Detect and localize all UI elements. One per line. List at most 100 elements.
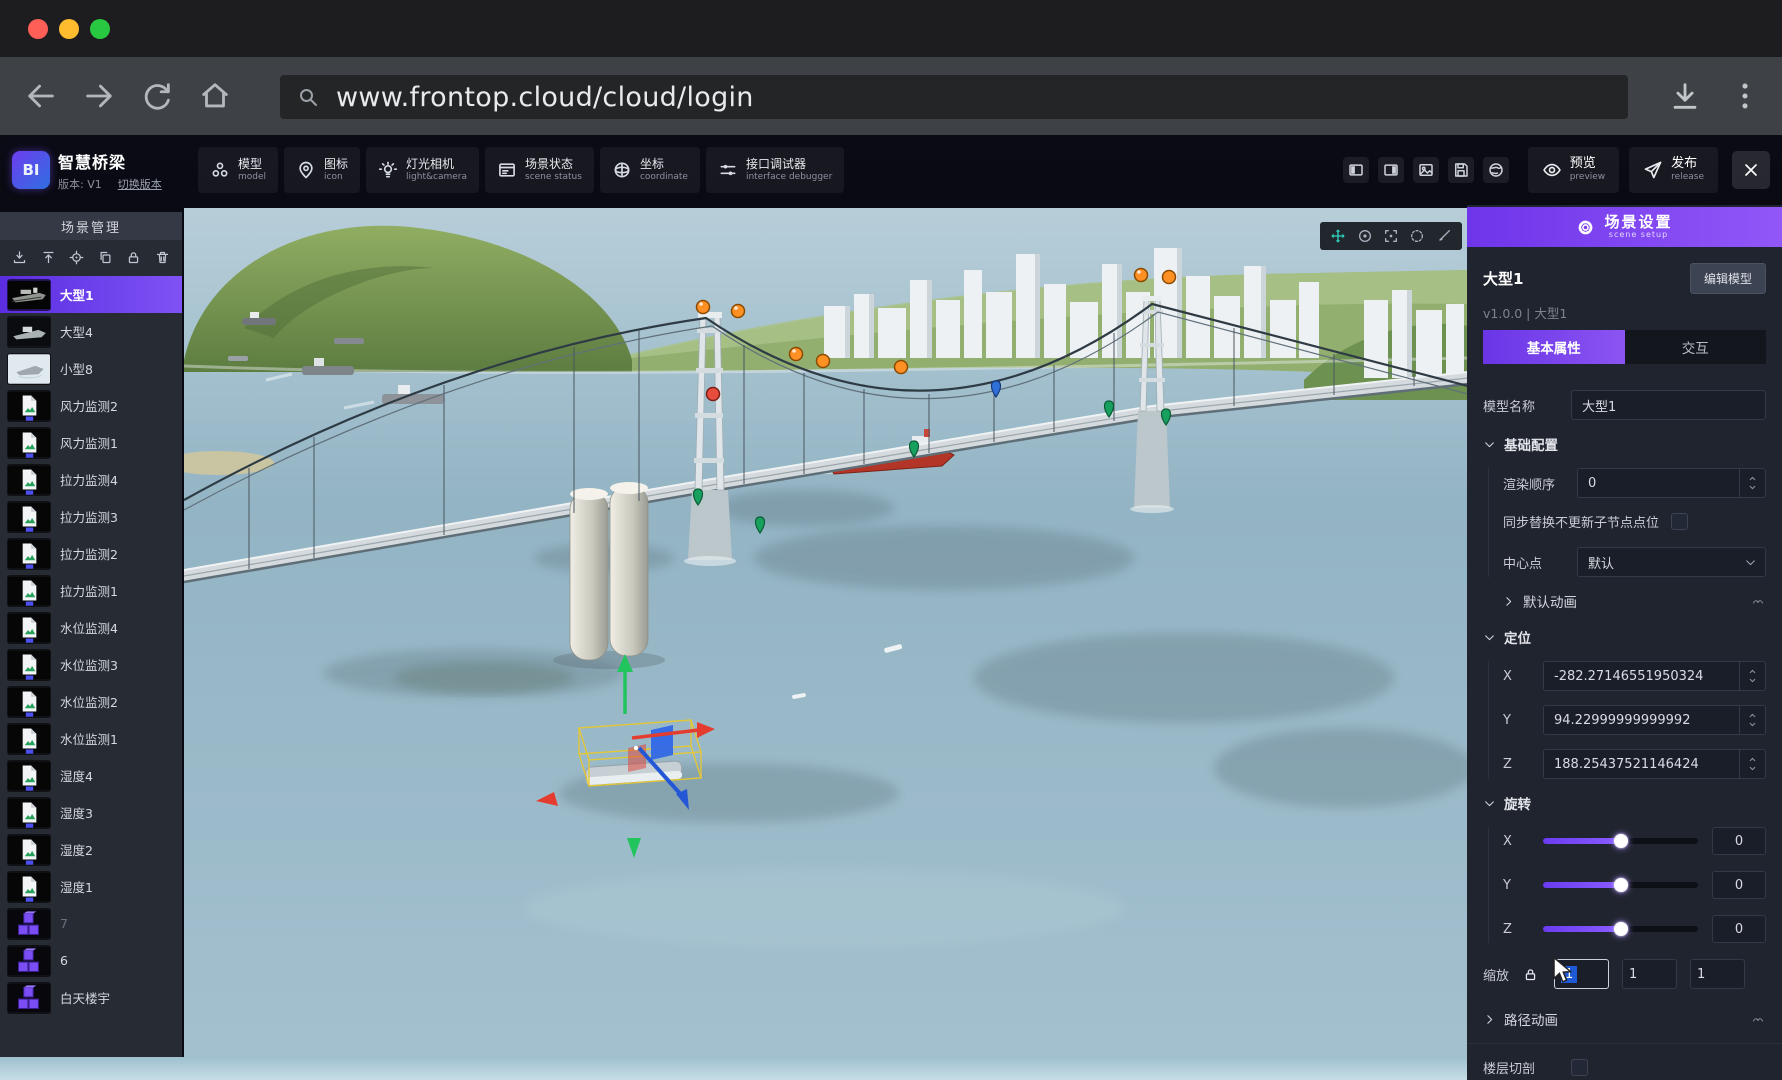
save-icon[interactable] bbox=[1448, 157, 1474, 183]
list-item[interactable]: 湿度4 bbox=[0, 757, 182, 794]
spinner-up-icon[interactable] bbox=[1747, 755, 1758, 764]
version-label: 版本: V1 bbox=[58, 176, 102, 192]
rotation-y-value[interactable]: 0 bbox=[1712, 871, 1766, 899]
scale-z-input[interactable]: 1 bbox=[1690, 959, 1745, 989]
preview-button[interactable]: 预览 preview bbox=[1528, 147, 1619, 193]
list-item[interactable]: 大型4 bbox=[0, 313, 182, 350]
close-window-button[interactable] bbox=[28, 19, 48, 39]
section-basic-config[interactable]: 基础配置 bbox=[1483, 434, 1766, 454]
rotation-z-slider[interactable] bbox=[1543, 926, 1698, 932]
rotation-z-value[interactable]: 0 bbox=[1712, 915, 1766, 943]
spinner-down-icon[interactable] bbox=[1747, 764, 1758, 773]
spinner-up-icon[interactable] bbox=[1747, 667, 1758, 676]
release-button[interactable]: 发布 release bbox=[1629, 147, 1718, 193]
list-item[interactable]: 水位监测3 bbox=[0, 646, 182, 683]
section-rotation[interactable]: 旋转 bbox=[1483, 793, 1766, 813]
toggle-left-panel-icon[interactable] bbox=[1343, 157, 1369, 183]
locate-icon[interactable] bbox=[69, 250, 84, 265]
center-point-select[interactable]: 默认 bbox=[1577, 547, 1766, 577]
model-name-label: 模型名称 bbox=[1483, 396, 1571, 415]
position-x-input[interactable]: -282.27146551950324 bbox=[1543, 661, 1766, 691]
item-thumbnail bbox=[8, 835, 50, 865]
item-thumbnail bbox=[8, 280, 50, 310]
list-item[interactable]: 拉力监测2 bbox=[0, 535, 182, 572]
rotation-y-slider[interactable] bbox=[1543, 882, 1698, 888]
toolbar-coordinate-button[interactable]: 坐标coordinate bbox=[600, 147, 700, 193]
scene-render[interactable] bbox=[184, 208, 1468, 1057]
move-tool-icon[interactable] bbox=[1330, 228, 1346, 244]
list-item[interactable]: 白天楼宇 bbox=[0, 979, 182, 1016]
scale-lock-icon[interactable] bbox=[1523, 967, 1538, 982]
trash-icon[interactable] bbox=[155, 250, 170, 265]
spinner-up-icon[interactable] bbox=[1747, 711, 1758, 720]
zoom-window-button[interactable] bbox=[90, 19, 110, 39]
brush-tool-icon[interactable] bbox=[1436, 228, 1452, 244]
refresh-icon[interactable] bbox=[140, 79, 174, 113]
spinner-down-icon[interactable] bbox=[1747, 483, 1758, 492]
list-item[interactable]: 大型1 bbox=[0, 276, 182, 313]
list-item[interactable]: 拉力监测3 bbox=[0, 498, 182, 535]
download-icon[interactable] bbox=[1668, 79, 1702, 113]
sync-replace-checkbox[interactable] bbox=[1671, 513, 1688, 530]
toolbar-scene-status-button[interactable]: 场景状态scene status bbox=[485, 147, 594, 193]
render-order-input[interactable]: 0 bbox=[1577, 468, 1766, 498]
list-item[interactable]: 拉力监测1 bbox=[0, 572, 182, 609]
import-icon[interactable] bbox=[12, 250, 27, 265]
export-icon[interactable] bbox=[41, 250, 56, 265]
section-default-animation[interactable]: 默认动画 bbox=[1488, 591, 1766, 611]
model-name-input[interactable]: 大型1 bbox=[1571, 390, 1766, 420]
list-item[interactable]: 拉力监测4 bbox=[0, 461, 182, 498]
list-item[interactable]: 风力监测2 bbox=[0, 387, 182, 424]
list-item[interactable]: 水位监测1 bbox=[0, 720, 182, 757]
section-position[interactable]: 定位 bbox=[1483, 627, 1766, 647]
model-title: 大型1 bbox=[1483, 268, 1523, 289]
viewport[interactable] bbox=[184, 208, 1468, 1057]
tab-interaction[interactable]: 交互 bbox=[1625, 330, 1767, 364]
position-z-input[interactable]: 188.25437521146424 bbox=[1543, 749, 1766, 779]
switch-version-link[interactable]: 切换版本 bbox=[118, 176, 162, 192]
screenshot-icon[interactable] bbox=[1413, 157, 1439, 183]
tab-basic-properties[interactable]: 基本属性 bbox=[1483, 330, 1625, 364]
edit-model-button[interactable]: 编辑模型 bbox=[1690, 263, 1766, 294]
scale-x-input[interactable]: 1 bbox=[1554, 959, 1609, 989]
item-thumbnail bbox=[8, 502, 50, 532]
list-item[interactable]: 风力监测1 bbox=[0, 424, 182, 461]
scale-y-input[interactable]: 1 bbox=[1622, 959, 1677, 989]
toolbar-debugger-button[interactable]: 接口调试器interface debugger bbox=[706, 147, 844, 193]
browser-menu-icon[interactable] bbox=[1728, 79, 1762, 113]
list-item[interactable]: 7 bbox=[0, 905, 182, 942]
globe-icon[interactable] bbox=[1483, 157, 1509, 183]
section-path-animation[interactable]: 路径动画 bbox=[1483, 1009, 1766, 1029]
copy-icon[interactable] bbox=[98, 250, 113, 265]
list-item[interactable]: 湿度2 bbox=[0, 831, 182, 868]
url-bar[interactable]: www.frontop.cloud/cloud/login bbox=[280, 75, 1628, 119]
lock-icon[interactable] bbox=[126, 250, 141, 265]
list-item[interactable]: 湿度1 bbox=[0, 868, 182, 905]
rotation-x-value[interactable]: 0 bbox=[1712, 827, 1766, 855]
circle-select-tool-icon[interactable] bbox=[1409, 228, 1425, 244]
rotate-tool-icon[interactable] bbox=[1357, 228, 1373, 244]
toolbar-icon-button[interactable]: 图标icon bbox=[284, 147, 360, 193]
spinner-down-icon[interactable] bbox=[1747, 720, 1758, 729]
toolbar-model-button[interactable]: 模型model bbox=[198, 147, 278, 193]
rotation-x-slider[interactable] bbox=[1543, 838, 1698, 844]
list-item[interactable]: 水位监测2 bbox=[0, 683, 182, 720]
focus-tool-icon[interactable] bbox=[1383, 228, 1399, 244]
spinner-down-icon[interactable] bbox=[1747, 676, 1758, 685]
minimize-window-button[interactable] bbox=[59, 19, 79, 39]
home-icon[interactable] bbox=[198, 79, 232, 113]
list-item[interactable]: 6 bbox=[0, 942, 182, 979]
back-icon[interactable] bbox=[24, 79, 58, 113]
forward-icon[interactable] bbox=[82, 79, 116, 113]
toolbar-light-camera-button[interactable]: 灯光相机light&camera bbox=[366, 147, 479, 193]
url-text[interactable]: www.frontop.cloud/cloud/login bbox=[336, 82, 754, 113]
list-item[interactable]: 小型8 bbox=[0, 350, 182, 387]
spinner-up-icon[interactable] bbox=[1747, 474, 1758, 483]
list-item[interactable]: 湿度3 bbox=[0, 794, 182, 831]
position-y-input[interactable]: 94.22999999999992 bbox=[1543, 705, 1766, 735]
scene-object-list: 大型1 大型4 小型8 风力监测2 风力监测1 拉力监测4 拉力监测3 拉力监测… bbox=[0, 274, 182, 1016]
close-editor-icon[interactable] bbox=[1732, 151, 1770, 189]
toggle-right-panel-icon[interactable] bbox=[1378, 157, 1404, 183]
floor-cut-checkbox[interactable] bbox=[1571, 1059, 1588, 1076]
list-item[interactable]: 水位监测4 bbox=[0, 609, 182, 646]
